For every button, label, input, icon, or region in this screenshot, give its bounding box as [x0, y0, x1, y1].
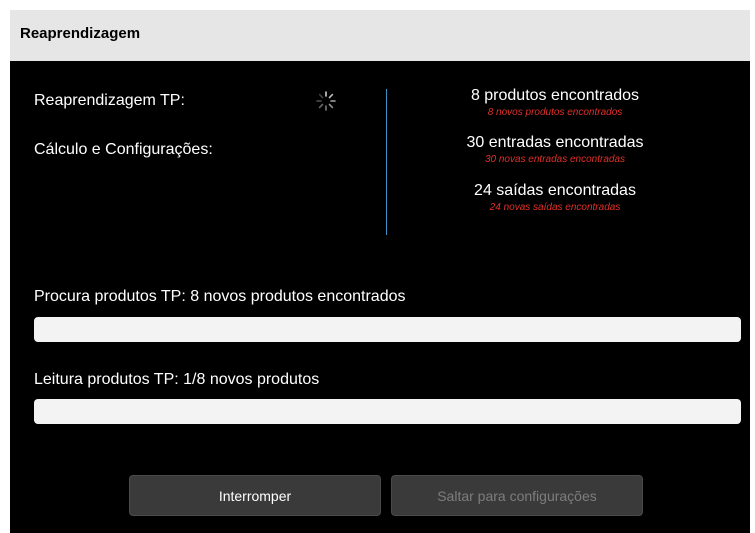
relearn-tp-label: Reaprendizagem TP:	[34, 92, 185, 109]
stat-products: 8 produtos encontrados 8 novos produtos …	[400, 87, 710, 118]
skip-to-config-button[interactable]: Saltar para configurações	[391, 475, 643, 516]
stat-inputs-sub: 30 novas entradas encontradas	[484, 154, 626, 165]
stat-outputs-sub: 24 novas saídas encontradas	[489, 202, 621, 213]
stat-products-main: 8 produtos encontrados	[470, 87, 640, 104]
search-products-label: Procura produtos TP: 8 novos produtos en…	[34, 288, 406, 305]
calc-config-label: Cálculo e Configurações:	[34, 141, 213, 158]
vertical-divider	[386, 89, 387, 235]
relearn-dialog: Reaprendizagem Reaprendizagem TP: Cálcul…	[10, 10, 750, 533]
loading-spinner-icon	[316, 91, 336, 111]
read-products-progress-bar	[34, 399, 741, 424]
read-products-label: Leitura produtos TP: 1/8 novos produtos	[34, 371, 320, 388]
stat-inputs-main: 30 entradas encontradas	[466, 134, 644, 151]
dialog-titlebar: Reaprendizagem	[10, 10, 750, 61]
stat-outputs-main: 24 saídas encontradas	[474, 182, 636, 199]
interrupt-button[interactable]: Interromper	[129, 475, 381, 516]
search-products-progress-bar	[34, 317, 741, 342]
dialog-title: Reaprendizagem	[20, 25, 141, 42]
stat-inputs: 30 entradas encontradas 30 novas entrada…	[400, 134, 710, 165]
stat-products-sub: 8 novos produtos encontrados	[487, 107, 623, 118]
stat-outputs: 24 saídas encontradas 24 novas saídas en…	[400, 182, 710, 213]
